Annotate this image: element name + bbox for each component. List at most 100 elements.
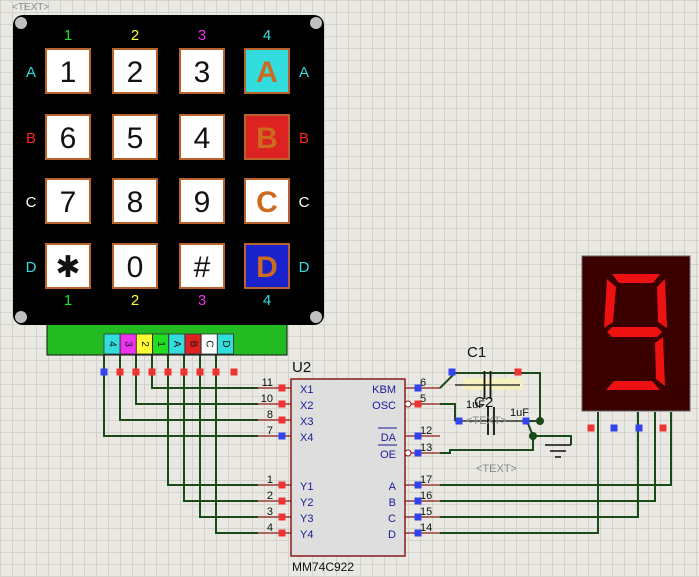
pin-marker	[278, 384, 286, 392]
key-label: #	[194, 251, 211, 284]
ic-pin-name: DA	[381, 432, 397, 444]
ic-pin-number: 7	[267, 425, 273, 437]
pin-marker	[514, 368, 522, 376]
pin-marker	[180, 368, 188, 376]
pin-marker	[148, 368, 156, 376]
wire	[183, 354, 258, 502]
connector-pin-label: 2	[139, 341, 150, 347]
keypad-row-label-left: B	[26, 130, 36, 147]
key-label: 9	[194, 186, 211, 219]
connector-pin-label: 3	[123, 341, 134, 347]
wire	[135, 354, 258, 405]
wire	[103, 354, 258, 437]
pin-marker	[635, 424, 643, 432]
seven-segment-display[interactable]	[581, 255, 691, 412]
pin-marker	[196, 368, 204, 376]
key-label: 7	[60, 186, 77, 219]
keypad-screw-hole	[310, 311, 322, 323]
keypad-key-2-1[interactable]: 8	[112, 178, 158, 224]
pin-marker	[587, 424, 595, 432]
keypad-key-2-0[interactable]: 7	[45, 178, 91, 224]
pin-marker	[230, 368, 238, 376]
pin-marker	[610, 424, 618, 432]
pin-marker	[100, 368, 108, 376]
keypad-key-3-3[interactable]: D	[244, 243, 290, 289]
keypad-connector: 4321ABCD	[103, 333, 234, 355]
key-label: 5	[127, 122, 144, 155]
keypad-key-1-3[interactable]: B	[244, 114, 290, 160]
ic-pin-name: X2	[300, 400, 313, 412]
pin-marker	[278, 513, 286, 521]
keypad-key-1-0[interactable]: 6	[45, 114, 91, 160]
pin-marker	[278, 497, 286, 505]
ic-pin-number: 10	[261, 393, 273, 405]
keypad[interactable]: 11223344A AB BC CD D 1 2 3 A6 5 4 B7 8 9 C✱ 0 # D 4321AB…	[13, 15, 324, 356]
keypad-col-label-top: 4	[263, 27, 271, 44]
keypad-row-label-right: B	[299, 130, 309, 147]
keypad-key-1-1[interactable]: 5	[112, 114, 158, 160]
c1-body	[463, 378, 523, 390]
ic-pin-number: 12	[420, 425, 432, 437]
pin-marker	[414, 481, 422, 489]
keypad-key-2-2[interactable]: 9	[179, 178, 225, 224]
wire	[215, 354, 258, 534]
pin-marker	[448, 368, 456, 376]
keypad-row-label-left: D	[26, 259, 37, 276]
keypad-key-0-0[interactable]: 1	[45, 48, 91, 94]
ic-ref: U2	[292, 359, 311, 376]
ic-pin-name: Y3	[300, 513, 313, 525]
wire-junction	[536, 417, 544, 425]
connector-pin-label: 1	[155, 341, 166, 347]
keypad-row-label-left: A	[26, 64, 36, 81]
keypad-key-3-2[interactable]: #	[179, 243, 225, 289]
keypad-col-label-top: 3	[198, 27, 206, 44]
segment-g	[607, 327, 662, 337]
key-label: B	[256, 122, 278, 155]
ic-pin-name: X4	[300, 432, 313, 444]
ic-pin-name: D	[388, 529, 396, 541]
keypad-screw-hole	[15, 311, 27, 323]
pin-marker	[414, 432, 422, 440]
pin-marker	[414, 513, 422, 521]
connector-pin-label: C	[204, 340, 215, 347]
c2-ref: C2	[474, 394, 493, 411]
connector-pin-label: D	[220, 340, 231, 347]
ic-pin-name: KBM	[372, 384, 396, 396]
key-label: 8	[127, 186, 144, 219]
ic-pin-number: 11	[262, 377, 273, 389]
placeholder-c1: <TEXT>	[466, 415, 507, 427]
pin-marker	[116, 368, 124, 376]
keypad-key-1-2[interactable]: 4	[179, 114, 225, 160]
wire-junction	[529, 432, 537, 440]
ic-part: MM74C922	[292, 560, 354, 574]
keypad-key-0-1[interactable]: 2	[112, 48, 158, 94]
ic-pin-number: 13	[420, 442, 432, 454]
connector-pin-label: 4	[106, 341, 117, 347]
pin-marker	[278, 400, 286, 408]
pin-marker	[132, 368, 140, 376]
ic-pin-name: C	[388, 513, 396, 525]
keypad-key-0-3[interactable]: A	[244, 48, 290, 94]
keypad-key-3-0[interactable]: ✱	[45, 243, 91, 289]
ic-pin-number: 1	[267, 474, 273, 486]
keypad-key-3-1[interactable]: 0	[112, 243, 158, 289]
pin-marker	[164, 368, 172, 376]
key-label: 4	[194, 122, 211, 155]
schematic-canvas: 11223344A AB BC CD D 1 2 3 A6 5 4 B7 8 9 C✱ 0 # D 4321AB…	[12, 2, 691, 574]
connector-pin-label: B	[187, 341, 198, 348]
keypad-key-2-3[interactable]: C	[244, 178, 290, 224]
ic-pin-name: Y4	[300, 529, 313, 541]
segment-dp	[670, 385, 678, 393]
keypad-row-label-right: D	[299, 259, 310, 276]
ic-pin-number: 3	[267, 506, 273, 518]
capacitors: C11uFC21uF	[455, 344, 571, 458]
keypad-key-0-2[interactable]: 3	[179, 48, 225, 94]
ic-pin-name: B	[389, 497, 396, 509]
ic-pin-number: 8	[267, 409, 273, 421]
keypad-col-label-top: 1	[64, 27, 72, 44]
pin-marker	[414, 449, 422, 457]
key-label: 1	[60, 56, 77, 89]
key-label: 2	[127, 56, 144, 89]
keypad-col-label-bottom: 1	[64, 292, 72, 309]
key-label: 0	[127, 251, 144, 284]
